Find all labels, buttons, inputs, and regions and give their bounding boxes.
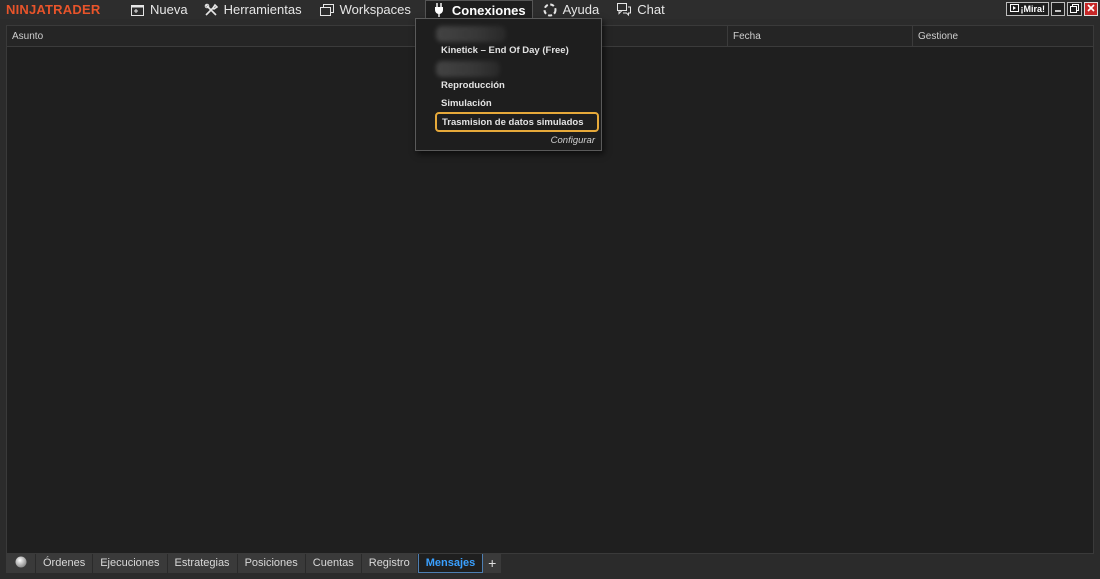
tab-estrategias[interactable]: Estrategias [167,554,238,573]
tools-icon [204,3,218,17]
connection-status-icon [15,555,27,573]
menu-chat-label: Chat [637,2,665,17]
minimize-button[interactable] [1051,2,1065,16]
close-button[interactable] [1084,2,1098,16]
workspaces-icon [319,3,334,17]
menu-nueva[interactable]: Nueva [124,0,194,19]
app-logo: NINJATRADER [6,2,101,17]
menu-bar: NINJATRADER Nueva Herramientas Workspace… [0,0,1100,19]
column-header-asunto[interactable]: Asunto [7,26,728,47]
restore-icon [1070,3,1079,15]
redacted-connection[interactable] [436,61,500,77]
column-header-fecha[interactable]: Fecha [728,26,913,47]
account-connection-tab[interactable] [6,554,36,573]
redacted-connection[interactable] [436,26,506,42]
play-icon [1009,4,1019,14]
chat-icon [617,3,632,17]
menu-nueva-label: Nueva [150,2,188,17]
column-header-gestione[interactable]: Gestione [913,26,1095,47]
connections-dropdown: Kinetick – End Of Day (Free) Reproducció… [415,18,602,151]
menu-workspaces[interactable]: Workspaces [314,0,417,19]
new-window-icon [130,3,144,17]
minimize-icon [1054,4,1062,14]
connection-reproduccion[interactable]: Reproducción [441,79,505,93]
menu-workspaces-label: Workspaces [339,2,411,17]
plug-icon [432,3,446,17]
window-controls: ¡Mira! [1005,2,1098,16]
menu-ayuda[interactable]: Ayuda [537,0,606,19]
menu-chat[interactable]: Chat [611,0,670,19]
menu-herramientas[interactable]: Herramientas [198,0,308,19]
add-tab-button[interactable]: + [483,554,502,573]
bottom-tab-bar: Órdenes Ejecuciones Estrategias Posicion… [6,553,1094,573]
mira-label: ¡Mira! [1020,4,1046,14]
mira-button[interactable]: ¡Mira! [1005,2,1049,16]
tab-posiciones[interactable]: Posiciones [237,554,306,573]
menu-conexiones[interactable]: Conexiones [424,0,533,19]
menu-conexiones-label: Conexiones [451,2,526,18]
tab-ordenes[interactable]: Órdenes [36,554,94,573]
connection-simulacion[interactable]: Simulación [441,97,492,111]
connection-kinetick[interactable]: Kinetick – End Of Day (Free) [441,44,569,58]
configure-link[interactable]: Configurar [551,135,595,146]
tab-mensajes[interactable]: Mensajes [417,554,484,573]
maximize-button[interactable] [1067,2,1082,16]
tab-cuentas[interactable]: Cuentas [305,554,362,573]
menu-herramientas-label: Herramientas [223,2,302,17]
menu-ayuda-label: Ayuda [562,2,600,17]
help-lifebuoy-icon [543,3,557,17]
connection-simulated-data-feed[interactable]: Trasmision de datos simulados [435,112,599,132]
close-icon [1087,4,1095,14]
tab-ejecuciones[interactable]: Ejecuciones [93,554,168,573]
tab-registro[interactable]: Registro [361,554,418,573]
